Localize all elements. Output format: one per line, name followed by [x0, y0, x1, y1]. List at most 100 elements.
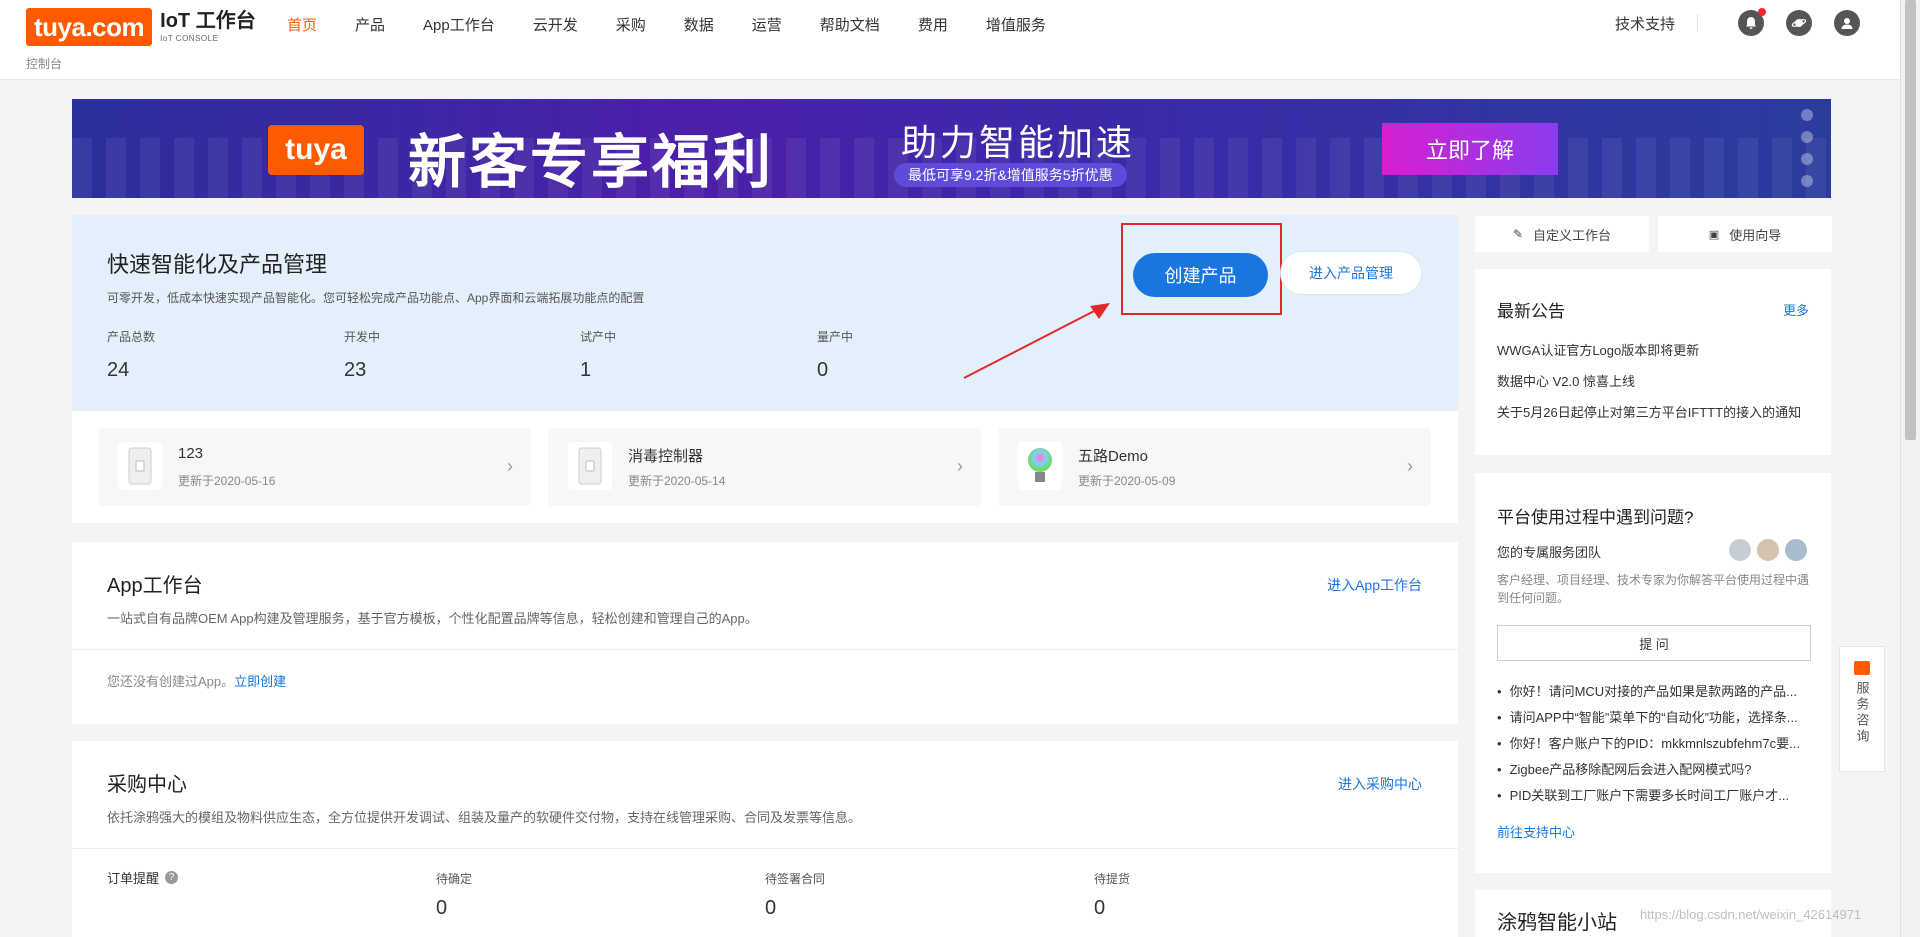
announcement-item[interactable]: 数据中心 V2.0 惊喜上线 [1497, 371, 1635, 390]
nav-value-added[interactable]: 增值服务 [986, 14, 1046, 35]
stat-value: 0 [1094, 897, 1106, 919]
question-item[interactable]: 你好！请问MCU对接的产品如果是款两路的产品... [1497, 681, 1817, 700]
tech-support-link[interactable]: 技术支持 [1615, 13, 1675, 34]
nav-docs[interactable]: 帮助文档 [820, 14, 880, 35]
watermark: https://blog.csdn.net/weixin_42614971 [1640, 907, 1862, 922]
planet-icon[interactable] [1786, 10, 1812, 36]
app-workbench-card: App工作台 进入App工作台 一站式自有品牌OEM App构建及管理服务，基于… [72, 542, 1458, 724]
logo-subtitle: IoT CONSOLE [160, 34, 219, 43]
create-app-link[interactable]: 立即创建 [234, 674, 286, 689]
nav-home[interactable]: 首页 [287, 14, 317, 35]
stat-label: 待提货 [1094, 872, 1131, 886]
question-item[interactable]: 请问APP中“智能”菜单下的“自动化”功能，选择条... [1497, 707, 1817, 726]
help-icon[interactable]: ? [165, 871, 179, 884]
stat-developing: 开发中 23 [344, 328, 380, 382]
ask-button[interactable]: 提 问 [1497, 625, 1811, 661]
product-name: 123 [178, 445, 204, 462]
scrollbar[interactable] [1900, 0, 1920, 937]
chevron-right-icon: › [507, 456, 513, 476]
banner-cta-button[interactable]: 立即了解 [1382, 123, 1558, 175]
stat-trial: 试产中 1 [580, 328, 616, 382]
service-consult-label: 服务咨询 [1854, 681, 1870, 745]
product-card[interactable]: 五路Demo 更新于2020-05-09 › [998, 428, 1431, 506]
app-empty-state: 您还没有创建过App。立即创建 [107, 671, 286, 690]
stat-value: 1 [580, 359, 592, 381]
switch-device-icon [118, 442, 162, 490]
nav-operation[interactable]: 运营 [752, 14, 782, 35]
guide-button[interactable]: ▣ 使用向导 [1658, 216, 1832, 252]
app-card-title: App工作台 [107, 575, 203, 597]
stat-pending-contract: 待签署合同 0 [765, 870, 825, 920]
divider [72, 848, 1458, 849]
create-product-button[interactable]: 创建产品 [1133, 253, 1268, 297]
team-description: 客户经理、项目经理、技术专家为你解答平台使用过程中遇到任何问题。 [1497, 573, 1810, 605]
purchase-card-title: 采购中心 [107, 774, 187, 796]
banner-logo: tuya [268, 125, 364, 175]
stat-label: 试产中 [580, 330, 617, 344]
nav-billing[interactable]: 费用 [918, 14, 948, 35]
help-title: 平台使用过程中遇到问题? [1497, 508, 1694, 527]
nav-product[interactable]: 产品 [355, 14, 385, 35]
app-empty-text: 您还没有创建过App。 [107, 674, 235, 689]
help-panel: 平台使用过程中遇到问题? 您的专属服务团队 客户经理、项目经理、技术专家为你解答… [1475, 473, 1831, 873]
chat-icon [1854, 661, 1870, 675]
user-icon[interactable] [1834, 10, 1860, 36]
notification-dot [1758, 8, 1766, 16]
logo[interactable]: tuya.com IoT 工作台 IoT CONSOLE [26, 8, 256, 46]
question-item[interactable]: 你好！客户账户下的PID：mkkmnlszubfehm7c要... [1497, 733, 1817, 752]
purchase-center-card: 采购中心 进入采购中心 依托涂鸦强大的模组及物料供应生态，全方位提供开发调试、组… [72, 741, 1458, 937]
custom-workbench-label: 自定义工作台 [1533, 227, 1612, 243]
announcement-title: 最新公告 [1497, 302, 1565, 321]
team-avatars [1725, 537, 1809, 566]
stat-value: 0 [817, 359, 829, 381]
product-management-card: 快速智能化及产品管理 可零开发，低成本快速实现产品智能化。您可轻松完成产品功能点… [72, 215, 1458, 411]
stat-value: 23 [344, 359, 367, 381]
product-management-button[interactable]: 进入产品管理 [1280, 251, 1422, 295]
guide-icon: ▣ [1708, 228, 1720, 241]
promo-banner[interactable]: tuya 新客专享福利 助力智能加速 最低可享9.2折&增值服务5折优惠 立即了… [72, 99, 1831, 198]
service-consult-float[interactable]: 服务咨询 [1839, 646, 1885, 772]
scrollbar-thumb[interactable] [1905, 0, 1916, 440]
banner-title: 新客专享福利 [408, 130, 775, 195]
nav-data[interactable]: 数据 [684, 14, 714, 35]
app-card-description: 一站式自有品牌OEM App构建及管理服务，基于官方模板，个性化配置品牌等信息，… [107, 611, 758, 626]
breadcrumb: 控制台 [26, 57, 63, 71]
hero-description: 可零开发，低成本快速实现产品智能化。您可轻松完成产品功能点、App界面和云端拓展… [107, 291, 645, 305]
stat-pending-pickup: 待提货 0 [1094, 870, 1130, 920]
red-arrow-annotation [963, 303, 1110, 379]
question-item[interactable]: Zigbee产品移除配网后会进入配网模式吗? [1497, 759, 1817, 778]
stat-value: 24 [107, 359, 130, 381]
divider [1697, 14, 1698, 32]
announcement-more-link[interactable]: 更多 [1783, 300, 1809, 319]
app-card-link[interactable]: 进入App工作台 [1327, 575, 1422, 595]
nav-app-workbench[interactable]: App工作台 [423, 14, 495, 35]
announcement-item[interactable]: WWGA认证官方Logo版本即将更新 [1497, 340, 1699, 359]
nav-purchase[interactable]: 采购 [616, 14, 646, 35]
purchase-card-link[interactable]: 进入采购中心 [1338, 774, 1422, 794]
chevron-right-icon: › [957, 456, 963, 476]
announcement-item[interactable]: 关于5月26日起停止对第三方平台IFTTT的接入的通知 [1497, 402, 1801, 421]
product-card[interactable]: 消毒控制器 更新于2020-05-14 › [548, 428, 981, 506]
stat-total: 产品总数 24 [107, 328, 155, 382]
stat-label: 待签署合同 [765, 872, 826, 886]
nav-cloud-dev[interactable]: 云开发 [533, 14, 578, 35]
avatar [1783, 537, 1809, 563]
question-item[interactable]: PID关联到工厂账户下需要多长时间工厂账户才... [1497, 785, 1817, 804]
bell-icon[interactable] [1738, 8, 1766, 36]
product-card[interactable]: 123 更新于2020-05-16 › [98, 428, 531, 506]
team-label: 您的专属服务团队 [1497, 545, 1602, 560]
stat-label: 待确定 [436, 872, 473, 886]
divider [72, 649, 1458, 650]
stat-mass-production: 量产中 0 [817, 328, 853, 382]
edit-icon: ✎ [1512, 227, 1524, 241]
custom-workbench-button[interactable]: ✎ 自定义工作台 [1475, 216, 1649, 252]
hero-title: 快速智能化及产品管理 [107, 252, 328, 277]
stat-label: 开发中 [344, 330, 381, 344]
main-nav: 首页 产品 App工作台 云开发 采购 数据 运营 帮助文档 费用 增值服务 [287, 14, 1084, 35]
logo-title: IoT 工作台 [160, 10, 256, 32]
order-reminder: 订单提醒 ? [107, 868, 179, 887]
support-center-link[interactable]: 前往支持中心 [1497, 822, 1575, 841]
purchase-card-description: 依托涂鸦强大的模组及物料供应生态，全方位提供开发调试、组装及量产的软硬件交付物，… [107, 810, 862, 825]
recent-products: 123 更新于2020-05-16 › 消毒控制器 更新于2020-05-14 … [72, 411, 1458, 523]
chevron-right-icon: › [1407, 456, 1413, 476]
